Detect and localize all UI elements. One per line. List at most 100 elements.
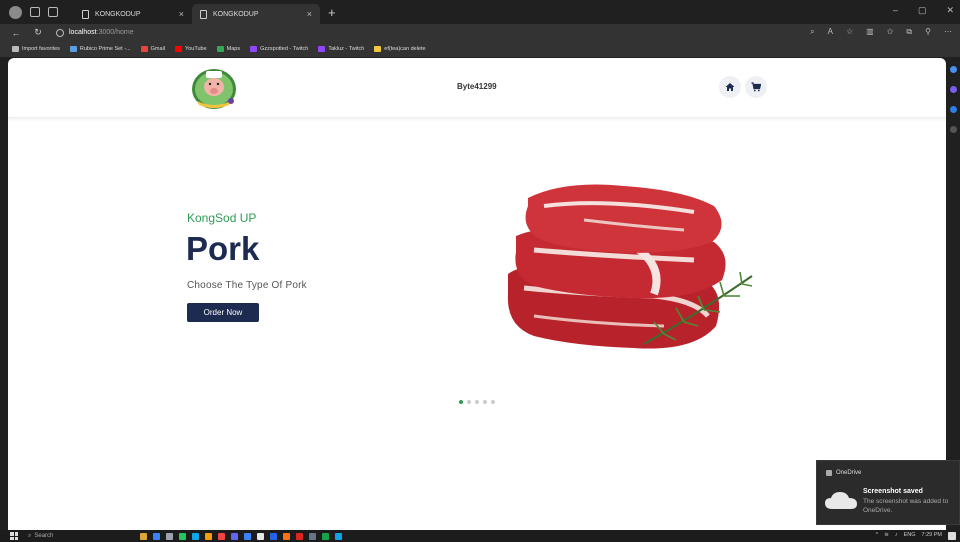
volume-icon[interactable]: ♪ bbox=[895, 532, 898, 538]
split-screen-icon[interactable]: ▥ bbox=[866, 27, 874, 37]
bookmark-item[interactable]: Gzzspotted - Twitch bbox=[250, 46, 308, 52]
cloud-icon bbox=[825, 492, 857, 509]
browser-tab-2[interactable]: KONGKODUP × bbox=[192, 4, 320, 24]
tray-overflow-icon[interactable]: ^ bbox=[876, 532, 879, 538]
read-aloud-icon[interactable]: A bbox=[828, 27, 833, 37]
taskbar-search[interactable]: ⌕ Search bbox=[28, 533, 118, 540]
bookmark-label: Takluz - Twitch bbox=[328, 46, 365, 52]
favorite-star-icon[interactable]: ☆ bbox=[846, 27, 853, 37]
page-icon bbox=[82, 9, 89, 19]
vscode-icon[interactable] bbox=[244, 532, 251, 540]
app-icon[interactable] bbox=[257, 532, 264, 540]
order-now-button[interactable]: Order Now bbox=[187, 303, 259, 322]
bookmark-icon bbox=[140, 46, 148, 52]
carousel-indicators bbox=[459, 400, 495, 404]
onedrive-toast[interactable]: OneDrive Screenshot saved The screenshot… bbox=[816, 460, 960, 525]
close-tab-icon[interactable]: × bbox=[307, 9, 312, 19]
bookmark-label: Gmail bbox=[150, 46, 166, 52]
task-view-icon[interactable] bbox=[153, 532, 160, 540]
bookmark-icon bbox=[175, 46, 183, 52]
cart-button[interactable] bbox=[745, 76, 767, 98]
pig-logo[interactable] bbox=[189, 65, 239, 110]
tab-title: KONGKODUP bbox=[213, 10, 259, 18]
app-icon[interactable] bbox=[231, 532, 238, 540]
home-icon bbox=[725, 83, 735, 91]
explorer-icon[interactable] bbox=[205, 532, 212, 540]
windows-taskbar: ⌕ Search ^ ≋ ♪ ENG 7:29 PM bbox=[0, 530, 960, 542]
copilot-icon[interactable] bbox=[949, 86, 957, 93]
bookmark-item[interactable]: Gmail bbox=[140, 46, 166, 52]
app-icon[interactable] bbox=[166, 532, 173, 540]
tab-title: KONGKODUP bbox=[95, 10, 141, 18]
zoom-icon[interactable]: ⌕ bbox=[810, 27, 814, 37]
app-icon[interactable] bbox=[218, 532, 225, 540]
search-sidebar-icon[interactable] bbox=[949, 66, 957, 73]
minimize-button[interactable]: – bbox=[893, 5, 898, 16]
widgets-icon[interactable] bbox=[140, 532, 147, 540]
clock[interactable]: 7:29 PM bbox=[922, 532, 942, 538]
toast-app-name: OneDrive bbox=[826, 470, 861, 476]
wifi-icon[interactable]: ≋ bbox=[884, 532, 889, 538]
bookmark-icon bbox=[250, 46, 258, 52]
home-button[interactable] bbox=[719, 76, 741, 98]
new-tab-button[interactable]: + bbox=[328, 5, 336, 20]
bookmark-label: YouTube bbox=[185, 46, 207, 52]
more-menu-icon[interactable]: ⋯ bbox=[944, 27, 952, 37]
bookmark-item[interactable]: YouTube bbox=[175, 46, 207, 52]
carousel-dot[interactable] bbox=[491, 400, 495, 404]
refresh-icon[interactable]: ↻ bbox=[32, 27, 44, 38]
hero-title: Pork bbox=[186, 230, 260, 267]
username-label: Byte41299 bbox=[457, 82, 497, 91]
close-window-button[interactable]: ✕ bbox=[946, 5, 954, 16]
url-field[interactable]: localhost:3000/home bbox=[56, 28, 134, 37]
maximize-button[interactable]: ▢ bbox=[918, 5, 927, 16]
extensions-icon[interactable]: ⚲ bbox=[925, 27, 931, 37]
bookmark-icon bbox=[318, 46, 326, 52]
app-icon[interactable] bbox=[283, 532, 290, 540]
bookmark-label: Rubico Prime Set -... bbox=[79, 46, 131, 52]
carousel-dot[interactable] bbox=[475, 400, 479, 404]
carousel-dot[interactable] bbox=[467, 400, 471, 404]
outlook-icon[interactable] bbox=[949, 106, 957, 113]
browser-tab-bar: KONGKODUP × KONGKODUP × + – ▢ ✕ bbox=[0, 0, 960, 24]
collections-icon[interactable]: ⧉ bbox=[906, 27, 912, 37]
bookmark-icon bbox=[69, 46, 77, 52]
profile-icon[interactable] bbox=[9, 5, 22, 19]
search-icon: ⌕ bbox=[28, 532, 32, 539]
app-icon[interactable] bbox=[270, 532, 277, 540]
hero-description: Choose The Type Of Pork bbox=[187, 280, 307, 291]
taskbar-search-label: Search bbox=[34, 533, 54, 539]
language-indicator[interactable]: ENG bbox=[904, 532, 916, 538]
carousel-dot[interactable] bbox=[483, 400, 487, 404]
app-icon[interactable] bbox=[179, 532, 186, 540]
windows-start-icon[interactable] bbox=[10, 532, 18, 540]
add-sidebar-icon[interactable] bbox=[949, 126, 957, 133]
app-icon[interactable] bbox=[335, 532, 342, 540]
bookmark-item[interactable]: Rubico Prime Set -... bbox=[69, 46, 131, 52]
page-icon bbox=[200, 9, 207, 19]
carousel-dot[interactable] bbox=[459, 400, 463, 404]
address-bar: ← ↻ localhost:3000/home ⌕ A ☆ ▥ ✩ ⧉ ⚲ ⋯ bbox=[0, 24, 960, 41]
bookmark-item[interactable]: Takluz - Twitch bbox=[318, 46, 364, 52]
app-icon[interactable] bbox=[309, 532, 316, 540]
favorites-icon[interactable]: ✩ bbox=[887, 27, 894, 37]
close-tab-icon[interactable]: × bbox=[179, 9, 184, 19]
app-icon[interactable] bbox=[322, 532, 329, 540]
bookmark-item[interactable]: Import favorites bbox=[12, 46, 60, 52]
toast-body: The screenshot was added to OneDrive. bbox=[863, 498, 949, 514]
toast-app-label: OneDrive bbox=[836, 470, 862, 476]
app-icon[interactable] bbox=[296, 532, 303, 540]
back-icon[interactable]: ← bbox=[10, 28, 22, 38]
site-info-icon[interactable] bbox=[56, 28, 64, 37]
bookmark-label: ef(tea)can delete bbox=[384, 46, 426, 52]
bookmark-icon bbox=[374, 46, 382, 52]
workspaces-icon[interactable] bbox=[30, 7, 40, 17]
bookmark-item[interactable]: Maps bbox=[216, 46, 240, 52]
tab-actions-icon[interactable] bbox=[48, 7, 58, 17]
notification-center-icon[interactable] bbox=[948, 532, 956, 540]
bookmark-label: Gzzspotted - Twitch bbox=[260, 46, 309, 52]
browser-tab-1[interactable]: KONGKODUP × bbox=[74, 4, 192, 24]
bookmark-item[interactable]: ef(tea)can delete bbox=[374, 46, 426, 52]
bookmark-icon bbox=[12, 46, 19, 52]
edge-icon[interactable] bbox=[192, 532, 199, 540]
